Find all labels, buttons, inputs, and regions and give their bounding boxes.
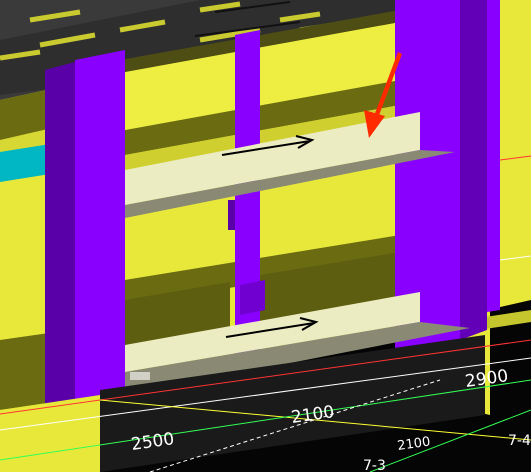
axis-7-4-label: 7-4 xyxy=(508,433,531,449)
model-viewport[interactable]: 2500 2100 2900 2100 7-3 7-4 xyxy=(0,0,531,472)
ledge-marker xyxy=(130,372,150,380)
axis-7-3-label: 7-3 xyxy=(363,458,386,472)
dim-2100-small-label: 2100 xyxy=(396,435,431,454)
column-left xyxy=(45,50,125,415)
column-far-right xyxy=(487,0,500,312)
axis-labels: 7-3 7-4 xyxy=(363,433,531,472)
